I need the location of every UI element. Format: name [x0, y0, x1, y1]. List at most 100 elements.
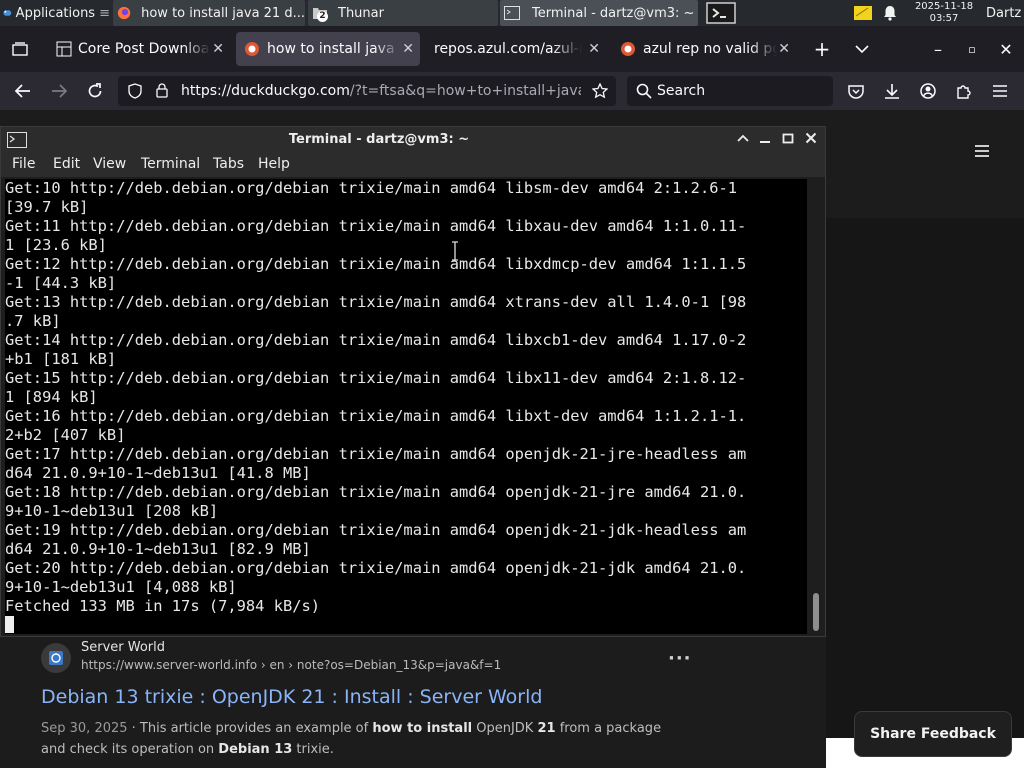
firefox-icon [117, 6, 131, 20]
url-bar[interactable]: https://duckduckgo.com/?t=ftsa&q=how+to+… [118, 76, 616, 106]
close-tab-icon[interactable]: ✕ [588, 41, 600, 57]
chevron-up-icon [737, 134, 749, 142]
back-button[interactable] [10, 79, 36, 103]
close-window-button[interactable]: ✕ [996, 38, 1016, 60]
account-button[interactable] [916, 79, 940, 103]
browser-tab-bar: Core Post Downloads ✕ how to install jav… [0, 26, 1024, 72]
snippet-fragment: 21 [537, 721, 556, 736]
search-bar[interactable]: Search [627, 76, 833, 106]
minimize-window-button[interactable]: – [928, 38, 948, 60]
minimize-button[interactable] [759, 132, 773, 148]
terminal-launcher[interactable] [704, 0, 738, 26]
download-icon [885, 84, 899, 99]
taskbar-terminal[interactable]: Terminal - dartz@vm3: ~ [500, 0, 698, 26]
result-title-link[interactable]: Debian 13 trixie : OpenJDK 21 : Install … [41, 686, 542, 708]
terminal-line: -1 [44.3 kB] [5, 274, 117, 292]
tab-azul-rep-no-valid-pgp[interactable]: azul rep no valid pgp ✕ [612, 32, 796, 66]
url-host: https://duckduckgo.com [181, 83, 350, 99]
taskbar-label: how to install java 21 d... [141, 5, 305, 21]
terminal-line: 1 [894 kB] [5, 388, 98, 406]
extensions-button[interactable] [952, 79, 976, 103]
forward-button[interactable] [46, 79, 72, 103]
site-favicon [41, 643, 71, 673]
taskbar-label: Terminal - dartz@vm3: ~ [532, 5, 695, 21]
downloads-button[interactable] [880, 79, 904, 103]
terminal-titlebar[interactable]: Terminal - dartz@vm3: ~ [1, 127, 825, 153]
terminal-line: Get:20 http://deb.debian.org/debian trix… [5, 559, 747, 577]
terminal-scrollbar[interactable] [810, 179, 822, 634]
menu-help[interactable]: Help [258, 156, 290, 172]
maximize-window-button[interactable]: ▫ [962, 38, 982, 60]
terminal-output[interactable]: Get:10 http://deb.debian.org/debian trix… [5, 179, 807, 634]
terminal-line: Get:12 http://deb.debian.org/debian trix… [5, 255, 747, 273]
tab-core-post-downloads[interactable]: Core Post Downloads ✕ [50, 32, 230, 66]
pocket-button[interactable] [844, 79, 868, 103]
plus-icon: + [813, 37, 831, 61]
maximize-button[interactable] [782, 132, 796, 148]
close-tab-icon[interactable]: ✕ [402, 41, 414, 57]
text-cursor-icon [452, 241, 458, 261]
result-snippet-text: · This article provides an example of ho… [41, 721, 661, 757]
terminal-line: .7 kB] [5, 312, 61, 330]
list-all-tabs-button[interactable] [850, 38, 874, 60]
close-button[interactable] [805, 132, 819, 148]
result-site-name[interactable]: Server World [81, 640, 165, 655]
notes-applet[interactable] [852, 0, 874, 26]
menu-terminal[interactable]: Terminal [141, 156, 200, 172]
new-tab-button[interactable]: + [810, 37, 834, 61]
notifications-applet[interactable] [880, 0, 900, 26]
menu-separator-icon: ≡ [99, 5, 110, 21]
app-menu-button[interactable] [988, 79, 1012, 103]
terminal-icon [504, 6, 520, 20]
terminal-menubar: File Edit View Terminal Tabs Help [1, 153, 825, 177]
terminal-line: Fetched 133 MB in 17s (7,984 kB/s) [5, 597, 321, 615]
tab-repos-azul[interactable]: repos.azul.com/azul-repo ✕ [426, 32, 606, 66]
clock-date: 2025-11-18 [914, 1, 974, 12]
close-tab-icon[interactable]: ✕ [778, 41, 790, 57]
terminal-prompt-line [5, 616, 807, 634]
menu-file[interactable]: File [12, 156, 35, 172]
share-feedback-button[interactable]: Share Feedback [854, 711, 1012, 757]
snippet-fragment: OpenJDK [472, 721, 538, 736]
result-date: Sep 30, 2025 [41, 721, 128, 736]
user-menu[interactable]: Dartz [986, 0, 1024, 26]
hamburger-menu-icon[interactable] [974, 144, 990, 158]
terminal-line: Get:13 http://deb.debian.org/debian trix… [5, 293, 747, 311]
reload-icon [88, 83, 102, 98]
scrollbar-thumb[interactable] [813, 593, 819, 631]
browser-nav-bar: https://duckduckgo.com/?t=ftsa&q=how+to+… [0, 72, 1024, 110]
url-text: https://duckduckgo.com/?t=ftsa&q=how+to+… [181, 76, 581, 106]
reload-button[interactable] [82, 79, 108, 103]
puzzle-piece-icon [957, 85, 971, 99]
result-snippet: Sep 30, 2025 · This article provides an … [41, 718, 681, 760]
tab-title: azul rep no valid pgp [643, 41, 777, 57]
terminal-line: 2+b2 [407 kB] [5, 426, 126, 444]
tab-overview-button[interactable] [8, 38, 32, 60]
applications-menu[interactable]: Applications ≡ [2, 0, 110, 26]
menu-tabs[interactable]: Tabs [213, 156, 244, 172]
close-icon: ✕ [999, 39, 1013, 59]
shade-button[interactable] [737, 132, 751, 148]
hamburger-menu-icon [993, 85, 1007, 97]
search-placeholder: Search [657, 83, 706, 99]
taskbar-firefox[interactable]: how to install java 21 d... [113, 0, 305, 26]
terminal-window[interactable]: Terminal - dartz@vm3: ~ File Edit View T… [0, 126, 826, 637]
clock[interactable]: 2025-11-18 03:57 [908, 0, 980, 26]
tab-title: repos.azul.com/azul-repo [434, 41, 582, 57]
result-more-options-icon[interactable]: ··· [668, 648, 692, 669]
server-world-favicon-icon [49, 651, 63, 665]
taskbar-thunar[interactable]: 2 Thunar [308, 0, 498, 26]
tab-how-to-install-java[interactable]: how to install java 21 d ✕ [236, 32, 420, 66]
terminal-title: Terminal - dartz@vm3: ~ [288, 132, 470, 147]
clock-time: 03:57 [929, 13, 959, 24]
tab-title: Core Post Downloads [78, 41, 210, 57]
menu-edit[interactable]: Edit [53, 156, 80, 172]
bell-icon [884, 6, 896, 21]
close-tab-icon[interactable]: ✕ [212, 41, 224, 57]
menu-view[interactable]: View [93, 156, 126, 172]
bookmark-star-icon[interactable] [592, 83, 608, 99]
top-panel: Applications ≡ how to install java 21 d.… [0, 0, 1024, 26]
result-url[interactable]: https://www.server-world.info › en › not… [81, 658, 501, 672]
terminal-text: Get:10 http://deb.debian.org/debian trix… [5, 179, 807, 634]
maximize-icon: ▫ [968, 42, 976, 56]
